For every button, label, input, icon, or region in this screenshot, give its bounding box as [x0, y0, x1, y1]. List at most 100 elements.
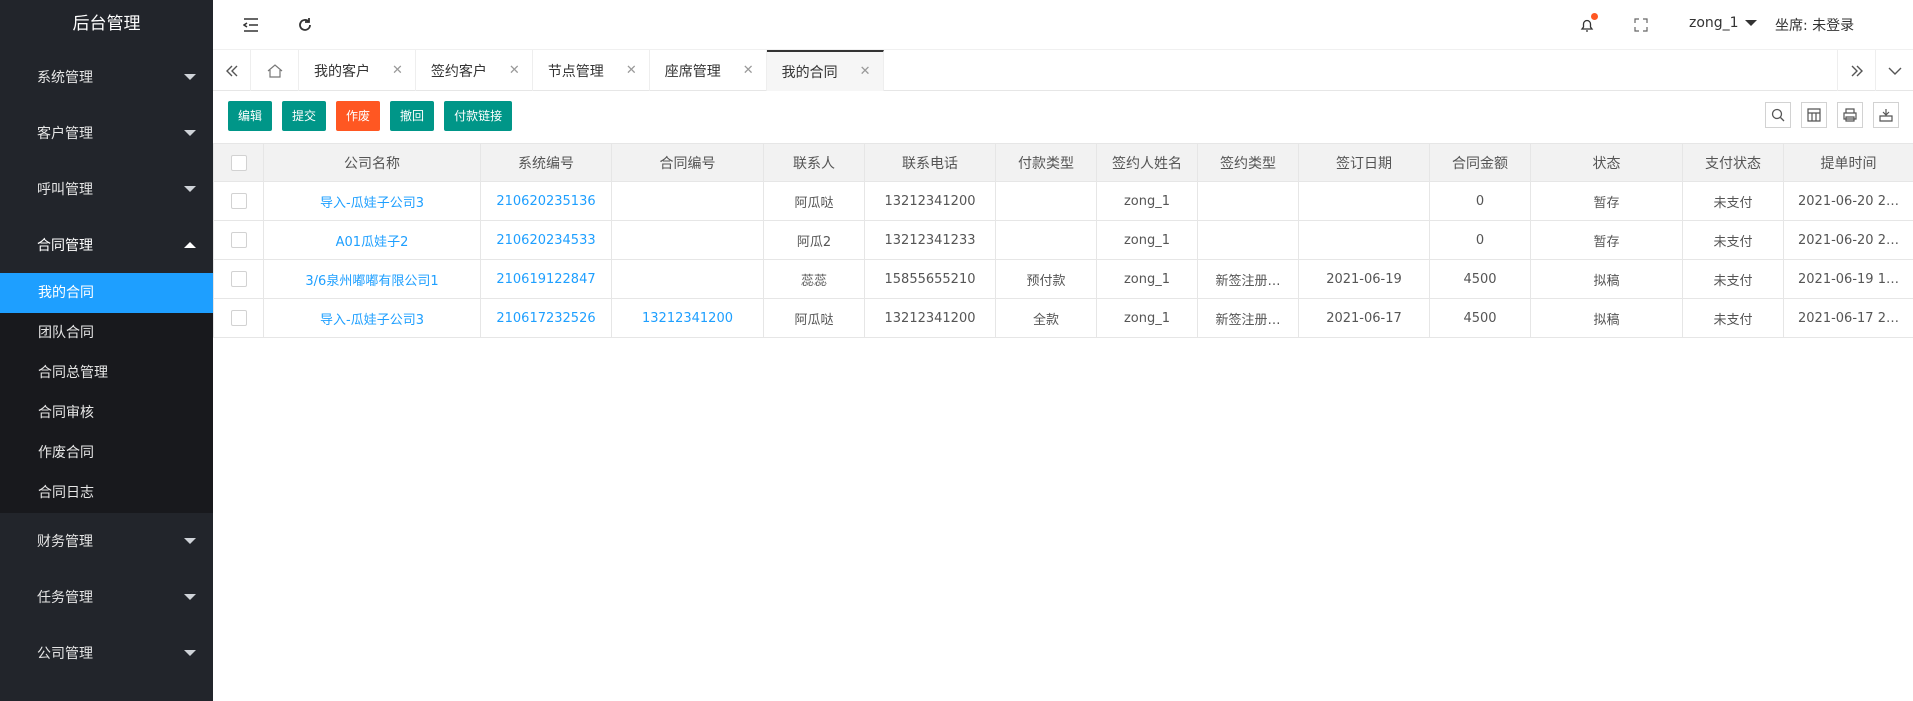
tabs-scroll-right-icon[interactable] [1837, 50, 1875, 91]
refresh-icon[interactable] [295, 15, 315, 35]
main-content: 编辑 提交 作废 撤回 付款链接 公司名称 系统编号 合同编号 联系人 联系电话… [213, 91, 1913, 701]
col-header[interactable]: 合同编号 [611, 143, 764, 182]
table-cell: 拟稿 [1530, 259, 1683, 299]
tabs-dropdown-icon[interactable] [1875, 50, 1913, 91]
table-cell[interactable] [611, 181, 764, 221]
row-select-cell[interactable] [213, 259, 264, 299]
table-cell[interactable]: 210619122847 [480, 259, 612, 299]
row-checkbox[interactable] [230, 310, 247, 326]
home-icon[interactable] [251, 50, 299, 91]
tab-seat-management[interactable]: 座席管理 ✕ [650, 50, 767, 91]
col-header[interactable]: 合同金额 [1429, 143, 1531, 182]
void-button[interactable]: 作废 [336, 101, 381, 131]
col-header[interactable]: 付款类型 [995, 143, 1097, 182]
row-checkbox[interactable] [230, 193, 247, 209]
col-header[interactable]: 联系电话 [864, 143, 996, 182]
sidebar: 后台管理 系统管理 客户管理 呼叫管理 合同管理 我的合同 团队合同 合同总管理… [0, 0, 213, 701]
tabs-scroll-left-icon[interactable] [213, 50, 251, 91]
col-header[interactable]: 系统编号 [480, 143, 612, 182]
notification-dot [1591, 13, 1598, 20]
tab-my-customers[interactable]: 我的客户 ✕ [299, 50, 416, 91]
row-checkbox[interactable] [230, 271, 247, 287]
row-select-cell[interactable] [213, 181, 264, 221]
table-row[interactable]: 导入-瓜娃子公司3 210620235136 阿瓜哒 13212341200 zong_… [213, 181, 1913, 221]
table-row[interactable]: A01瓜娃子2 210620234533 阿瓜2 13212341233 zong_1 0… [213, 220, 1913, 260]
table-cell[interactable]: A01瓜娃子2 [263, 220, 481, 260]
table-cell[interactable]: 210620235136 [480, 181, 612, 221]
contracts-table: 公司名称 系统编号 合同编号 联系人 联系电话 付款类型 签约人姓名 签约类型 … [213, 143, 1913, 338]
search-icon[interactable] [1765, 102, 1791, 128]
tab-my-contracts[interactable]: 我的合同 ✕ [766, 50, 884, 91]
row-select-cell[interactable] [213, 220, 264, 260]
app-title: 后台管理 [72, 14, 141, 34]
tab-node-management[interactable]: 节点管理 ✕ [533, 50, 650, 91]
columns-icon[interactable] [1801, 102, 1827, 128]
print-icon[interactable] [1837, 102, 1863, 128]
sidebar-group-contract[interactable]: 合同管理 [0, 217, 213, 273]
top-header: zong_1 坐席: 未登录 [213, 0, 1913, 50]
sidebar-group-system[interactable]: 系统管理 [0, 49, 213, 105]
sidebar-group-finance[interactable]: 财务管理 [0, 513, 213, 569]
tab-signed-customers[interactable]: 签约客户 ✕ [416, 50, 533, 91]
menu-collapse-icon[interactable] [241, 15, 261, 35]
table-cell[interactable] [611, 220, 764, 260]
close-icon[interactable]: ✕ [392, 63, 403, 78]
chevron-down-icon [184, 650, 196, 656]
user-menu[interactable]: zong_1 [1689, 15, 1757, 31]
col-header[interactable]: 公司名称 [263, 143, 481, 182]
col-header[interactable]: 状态 [1530, 143, 1683, 182]
select-all-checkbox[interactable] [230, 154, 247, 171]
col-header[interactable]: 支付状态 [1682, 143, 1784, 182]
table-cell[interactable]: 导入-瓜娃子公司3 [263, 298, 481, 338]
select-all-cell[interactable] [213, 143, 264, 182]
table-cell[interactable]: 3/6泉州嘟嘟有限公司1 [263, 259, 481, 299]
close-icon[interactable]: ✕ [860, 64, 871, 79]
table-cell[interactable]: 13212341200 [611, 298, 764, 338]
table-row[interactable]: 导入-瓜娃子公司3 210617232526 13212341200 阿瓜哒 13212… [213, 298, 1913, 338]
sidebar-group-label: 系统管理 [37, 70, 93, 86]
sidebar-group-call[interactable]: 呼叫管理 [0, 161, 213, 217]
close-icon[interactable]: ✕ [626, 63, 637, 78]
table-row[interactable]: 3/6泉州嘟嘟有限公司1 210619122847 蕊蕊 15855655210 预付款… [213, 259, 1913, 299]
payment-link-button[interactable]: 付款链接 [444, 101, 513, 131]
sidebar-group-company[interactable]: 公司管理 [0, 625, 213, 681]
chevron-down-icon [184, 74, 196, 80]
edit-button[interactable]: 编辑 [228, 101, 273, 131]
col-header[interactable]: 签约人姓名 [1096, 143, 1198, 182]
table-header-row: 公司名称 系统编号 合同编号 联系人 联系电话 付款类型 签约人姓名 签约类型 … [213, 143, 1913, 182]
sidebar-group-task[interactable]: 任务管理 [0, 569, 213, 625]
row-checkbox[interactable] [230, 232, 247, 248]
fullscreen-icon[interactable] [1631, 15, 1651, 35]
sidebar-group-label: 财务管理 [37, 534, 93, 550]
sidebar-item-contract-review[interactable]: 合同审核 [0, 393, 213, 433]
sidebar-item-contract-log[interactable]: 合同日志 [0, 473, 213, 513]
table-cell[interactable]: 210620234533 [480, 220, 612, 260]
table-cell: 未支付 [1682, 259, 1784, 299]
table-cell: 15855655210 [864, 259, 996, 299]
sidebar-item-team-contracts[interactable]: 团队合同 [0, 313, 213, 353]
col-header[interactable]: 签约类型 [1197, 143, 1299, 182]
row-select-cell[interactable] [213, 298, 264, 338]
sidebar-group-customer[interactable]: 客户管理 [0, 105, 213, 161]
bell-icon[interactable] [1577, 13, 1598, 35]
col-header[interactable]: 联系人 [763, 143, 865, 182]
sidebar-item-void-contracts[interactable]: 作废合同 [0, 433, 213, 473]
tab-label: 节点管理 [547, 63, 604, 80]
table-cell: 全款 [995, 298, 1097, 338]
col-header[interactable]: 签订日期 [1298, 143, 1430, 182]
table-cell[interactable]: 导入-瓜娃子公司3 [263, 181, 481, 221]
withdraw-button[interactable]: 撤回 [390, 101, 435, 131]
close-icon[interactable]: ✕ [509, 63, 520, 78]
username: zong_1 [1689, 15, 1739, 31]
submit-button[interactable]: 提交 [282, 101, 327, 131]
close-icon[interactable]: ✕ [743, 63, 754, 78]
table-cell[interactable]: 210617232526 [480, 298, 612, 338]
sidebar-item-contract-admin[interactable]: 合同总管理 [0, 353, 213, 393]
export-icon[interactable] [1873, 102, 1899, 128]
table-cell: 未支付 [1682, 298, 1784, 338]
tab-label: 座席管理 [664, 63, 721, 80]
sidebar-item-my-contracts[interactable]: 我的合同 [0, 273, 213, 313]
table-cell: 新签注册… [1197, 298, 1299, 338]
col-header[interactable]: 提单时间 [1783, 143, 1913, 182]
table-cell[interactable] [611, 259, 764, 299]
